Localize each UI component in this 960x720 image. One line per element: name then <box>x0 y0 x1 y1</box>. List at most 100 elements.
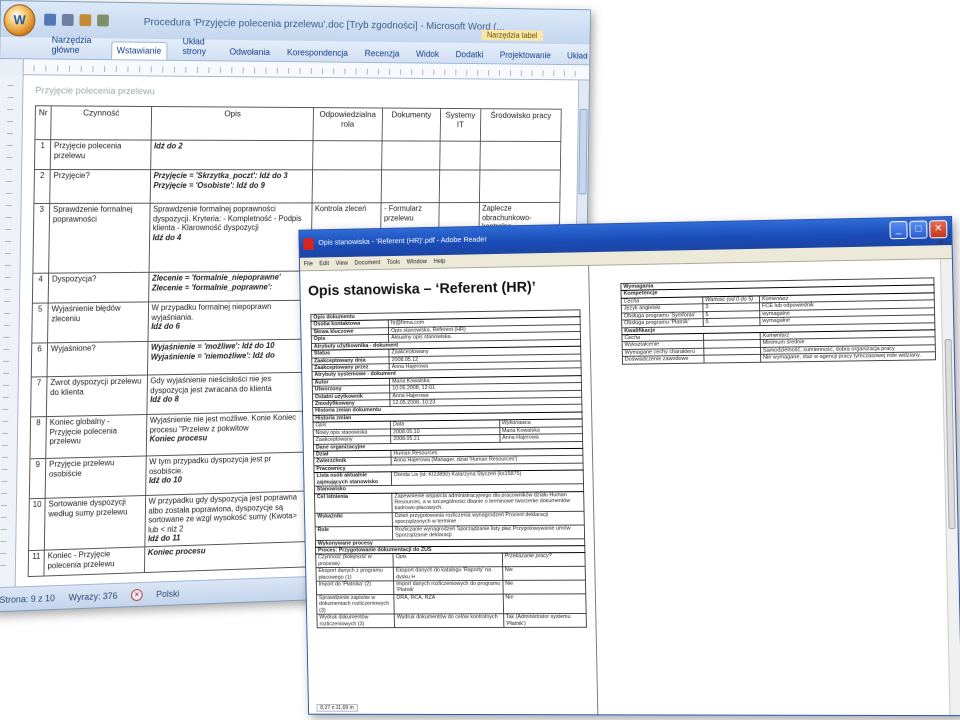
description-text: W przypadku formalnej niepoprawn wyjaśni… <box>151 302 272 322</box>
menu-item[interactable]: Document <box>354 260 380 266</box>
table-cell: Eksport danych do katalogu 'Raporty' na … <box>393 566 503 581</box>
column-header[interactable]: Opis <box>150 106 314 141</box>
page-divider <box>588 265 599 715</box>
table-cell: Tak (Administrator systemu 'Płatnik') <box>503 613 587 628</box>
column-header[interactable]: Odpowiedzialna rola <box>312 107 383 141</box>
row-number: 2 <box>33 169 51 204</box>
row-number: 10 <box>28 498 46 551</box>
environment-cell <box>479 141 561 171</box>
ribbon-tab[interactable]: Recenzja <box>363 48 402 62</box>
close-document-icon[interactable]: × <box>938 237 944 248</box>
menu-item[interactable]: Tools <box>387 259 400 265</box>
spelling-icon[interactable] <box>97 14 109 27</box>
column-header[interactable]: Środowisko pracy <box>479 108 562 142</box>
table-cell: Wydruk dokumentów rozliczeniowych (3) <box>316 614 395 628</box>
table-cell: Wydruk dokumentów do celów kontrolnych <box>394 613 504 628</box>
row-number: 4 <box>32 273 49 304</box>
row-number: 5 <box>31 303 49 344</box>
vertical-ruler[interactable] <box>0 75 24 588</box>
menu-item[interactable]: Edit <box>319 261 329 267</box>
table-cell: Cel istnienia <box>314 492 393 514</box>
column-header[interactable]: Systemy IT <box>440 108 481 142</box>
ribbon-tab[interactable]: Wstawianie <box>110 41 168 60</box>
description-text: W przypadku gdy dyspozycja jest poprawna… <box>148 492 298 535</box>
table-cell: Sprawdzenie zapisów w dokumentach rozlic… <box>316 594 395 615</box>
table-row[interactable]: 1 Przyjęcie polecenia przelewu Idź do 2 <box>34 139 561 171</box>
description-goto: Zlecenie = 'formalnie_niepoprawne' Zlece… <box>151 272 281 293</box>
description-goto: Idź do 4 <box>152 232 182 242</box>
description-cell: Zlecenie = 'formalnie_niepoprawne' Zlece… <box>148 270 311 302</box>
systems-cell <box>439 141 480 170</box>
table-cell <box>703 354 761 363</box>
column-header[interactable]: Dokumenty <box>381 108 441 142</box>
undo-icon[interactable] <box>61 13 74 27</box>
row-number: 6 <box>31 342 48 378</box>
row-number: 1 <box>34 139 51 170</box>
description-goto: Idź do 2 <box>153 141 183 151</box>
maximize-button[interactable]: □ <box>909 220 928 239</box>
print-icon[interactable] <box>79 14 92 27</box>
menu-item[interactable]: View <box>336 260 348 266</box>
save-icon[interactable] <box>44 13 57 26</box>
menu-item[interactable]: File <box>304 261 313 267</box>
description-cell: Koniec procesu <box>144 541 307 573</box>
row-number: 11 <box>28 550 45 577</box>
description-goto: Idź do 6 <box>151 321 180 332</box>
role-cell <box>312 140 382 170</box>
requirements-table: Wymagania Kompetencje Cecha Wartość (od 0 d… <box>620 277 936 364</box>
activity-cell: Przyjęcie? <box>49 169 151 204</box>
table-cell: Doświadczenie zawodowe <box>622 355 705 364</box>
menu-item[interactable]: Window <box>407 259 427 265</box>
description-text: Gdy wyjaśnienie nieścisłości nie jes dys… <box>150 374 272 395</box>
ribbon-tab[interactable]: Dodatki <box>454 49 486 63</box>
table-cell: Lista osób aktualnie zajmujących stanowi… <box>314 472 392 487</box>
word-title: Procedura 'Przyjęcie polecenia przelewu'… <box>143 16 505 33</box>
ribbon-tab[interactable]: Korespondencja <box>285 47 350 61</box>
table-row[interactable]: 2 Przyjęcie? Przyjęcie = 'Skrzytka_poczt':… <box>33 169 561 204</box>
reader-title: Opis stanowiska - 'Referent (HR)'.pdf - … <box>318 234 487 247</box>
page-count[interactable]: Strona: 9 z 10 <box>0 593 55 605</box>
description-cell: Przyjęcie = 'Skrzytka_poczt': Idź do 3 P… <box>149 169 313 204</box>
ribbon-tab[interactable]: Układ <box>565 51 589 65</box>
environment-cell <box>479 169 561 203</box>
close-button[interactable]: ✕ <box>929 220 948 239</box>
table-cell: Wskaźniki <box>314 512 393 527</box>
ribbon-tab[interactable]: Narzędzia główne <box>49 35 97 59</box>
ribbon-tab[interactable]: Układ strony <box>180 36 214 60</box>
pdf-table-row: Sprawdzenie zapisów w dokumentach rozlic… <box>316 593 587 615</box>
scroll-thumb[interactable] <box>578 108 588 195</box>
activity-cell: Dyspozycja? <box>48 272 149 304</box>
systems-cell <box>439 169 480 203</box>
reader-scroll-thumb[interactable] <box>944 339 956 530</box>
ribbon-tab[interactable]: Odwołania <box>227 47 271 61</box>
documents-cell <box>380 169 440 203</box>
description-goto: Wyjaśnienie = 'możliwe': Idź do 10 Wyjaś… <box>150 341 275 362</box>
column-header[interactable]: Nr <box>34 105 52 140</box>
language-indicator[interactable]: Polski <box>156 588 179 599</box>
description-text: W tym przypadku dyspozycja jest pr osobi… <box>148 454 272 476</box>
ribbon-tab[interactable]: Projektowanie <box>498 50 553 64</box>
word-count[interactable]: Wyrazy: 376 <box>69 590 118 602</box>
table-cell: Nie <box>502 593 587 614</box>
description-cell: W przypadku formalnej niepoprawn wyjaśni… <box>147 300 311 342</box>
office-button[interactable]: W <box>3 4 36 37</box>
column-header: Opis <box>393 553 503 568</box>
activity-cell: Wyjaśnienie błędów zleceniu <box>47 301 149 343</box>
menu-item[interactable]: Help <box>434 258 446 264</box>
description-goto: Idź do 8 <box>150 394 179 405</box>
pdf-table-row: Wydruk dokumentów rozliczeniowych (3) Wyd… <box>316 613 587 628</box>
ribbon-tab[interactable]: Widok <box>414 49 441 63</box>
row-number: 8 <box>29 416 47 459</box>
table-cell: Nie <box>502 580 586 595</box>
table-header-row: Nr Czynność Opis Odpowiedzialna rola Dokumen… <box>34 105 562 142</box>
quick-access-toolbar <box>44 13 109 27</box>
proofing-error-icon[interactable]: × <box>130 588 143 601</box>
minimize-button[interactable]: _ <box>889 220 908 240</box>
column-header[interactable]: Czynność <box>50 105 152 141</box>
column-header: Przekazanie pracy? <box>502 552 586 567</box>
activity-cell: Koniec globalny - Przyjęcie polecenia pr… <box>45 414 147 459</box>
activity-cell: Zwrot dyspozycji przelewu do klienta <box>46 375 148 417</box>
pdf-table-row: Import do 'Płatnika' (2) Import danych ro… <box>316 580 586 595</box>
tab-selector[interactable] <box>0 59 24 76</box>
pdf-page-view[interactable]: Opis stanowiska – ‘Referent (HR)’ Opis d… <box>300 259 950 716</box>
